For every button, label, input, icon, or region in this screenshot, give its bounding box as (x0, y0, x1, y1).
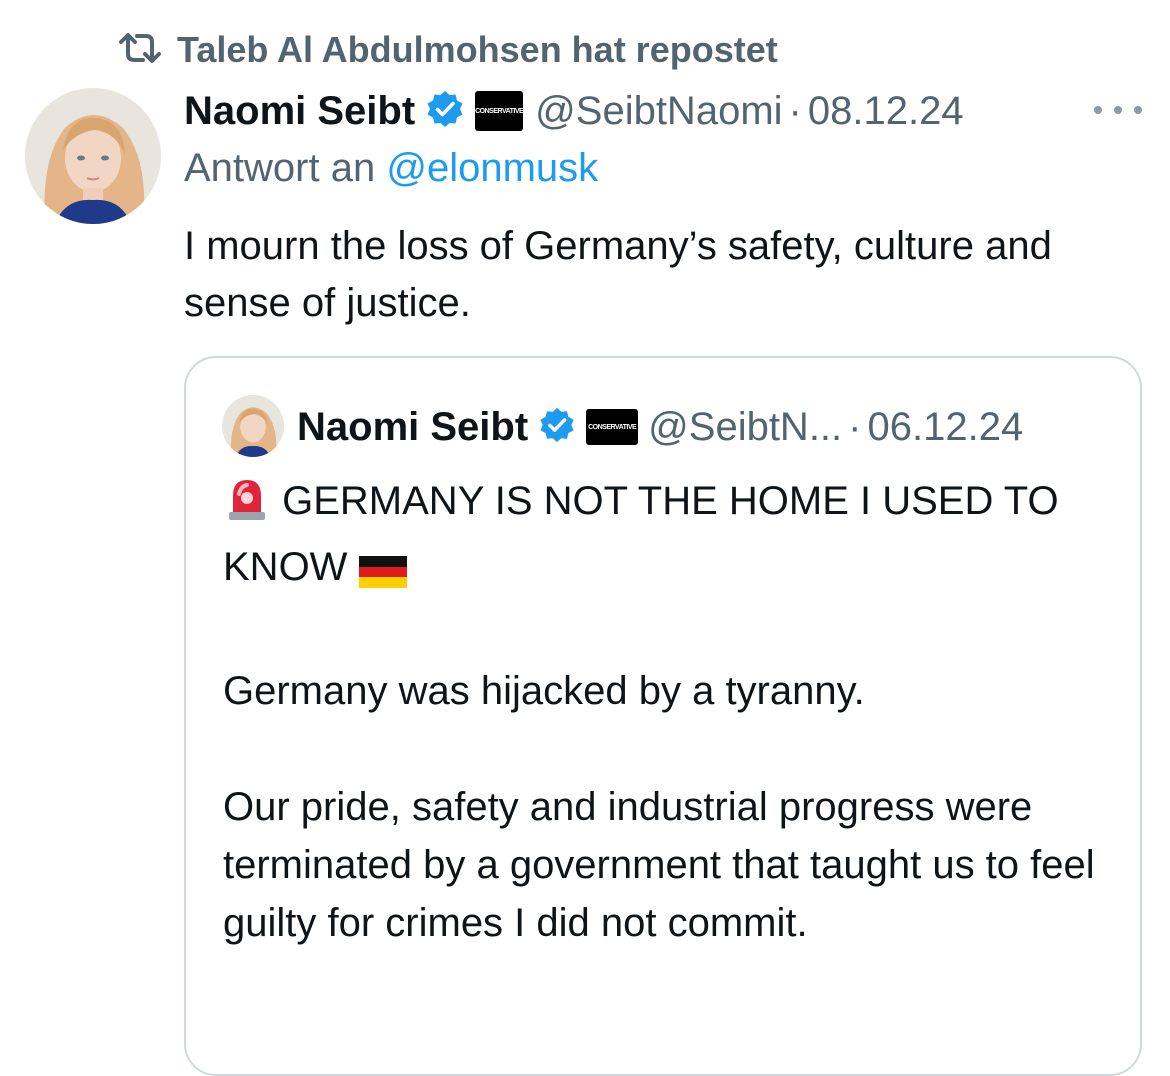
quote-author-handle[interactable]: @SeibtN... (648, 405, 842, 450)
quote-author-name[interactable]: Naomi Seibt (297, 405, 528, 450)
quote-line1: GERMANY IS NOT THE HOME I USED TO KNOW (223, 479, 1059, 589)
germany-flag-icon (358, 546, 407, 604)
quote-date[interactable]: 06.12.24 (868, 405, 1024, 450)
author-handle[interactable]: @SeibtNaomi (535, 89, 782, 134)
avatar[interactable] (25, 88, 161, 224)
repost-icon (117, 30, 163, 71)
reply-mention-link[interactable]: @elonmusk (386, 146, 598, 190)
post-date[interactable]: 08.12.24 (808, 89, 964, 134)
verified-badge-icon[interactable] (538, 406, 576, 449)
affiliate-badge[interactable]: CONSERVATIVE (586, 409, 639, 445)
more-options-icon[interactable] (1094, 96, 1142, 124)
quote-paragraph-3: Our pride, safety and industrial progres… (223, 785, 1095, 945)
reply-context: Antwort an @elonmusk (184, 146, 598, 191)
verified-badge-icon[interactable] (425, 89, 465, 134)
author-name[interactable]: Naomi Seibt (184, 89, 415, 134)
separator-dot: · (848, 404, 862, 449)
quote-text: GERMANY IS NOT THE HOME I USED TO KNOW G… (223, 472, 1123, 952)
quote-avatar[interactable] (222, 395, 284, 457)
reply-prefix: Antwort an (184, 146, 376, 190)
separator-dot: · (788, 88, 802, 133)
affiliate-badge[interactable]: CONSERVATIVE (475, 91, 524, 131)
rotating-light-icon (223, 474, 271, 538)
quote-paragraph-2: Germany was hijacked by a tyranny. (223, 669, 865, 713)
post-header: Naomi Seibt CONSERVATIVE @SeibtNaomi · 0… (184, 84, 964, 138)
repost-indicator[interactable]: Taleb Al Abdulmohsen hat repostet (117, 28, 778, 72)
quote-header: Naomi Seibt CONSERVATIVE @SeibtN... · 06… (297, 400, 1023, 454)
repost-text: Taleb Al Abdulmohsen hat repostet (177, 29, 778, 70)
post-text: I mourn the loss of Germany’s safety, cu… (184, 224, 1052, 325)
